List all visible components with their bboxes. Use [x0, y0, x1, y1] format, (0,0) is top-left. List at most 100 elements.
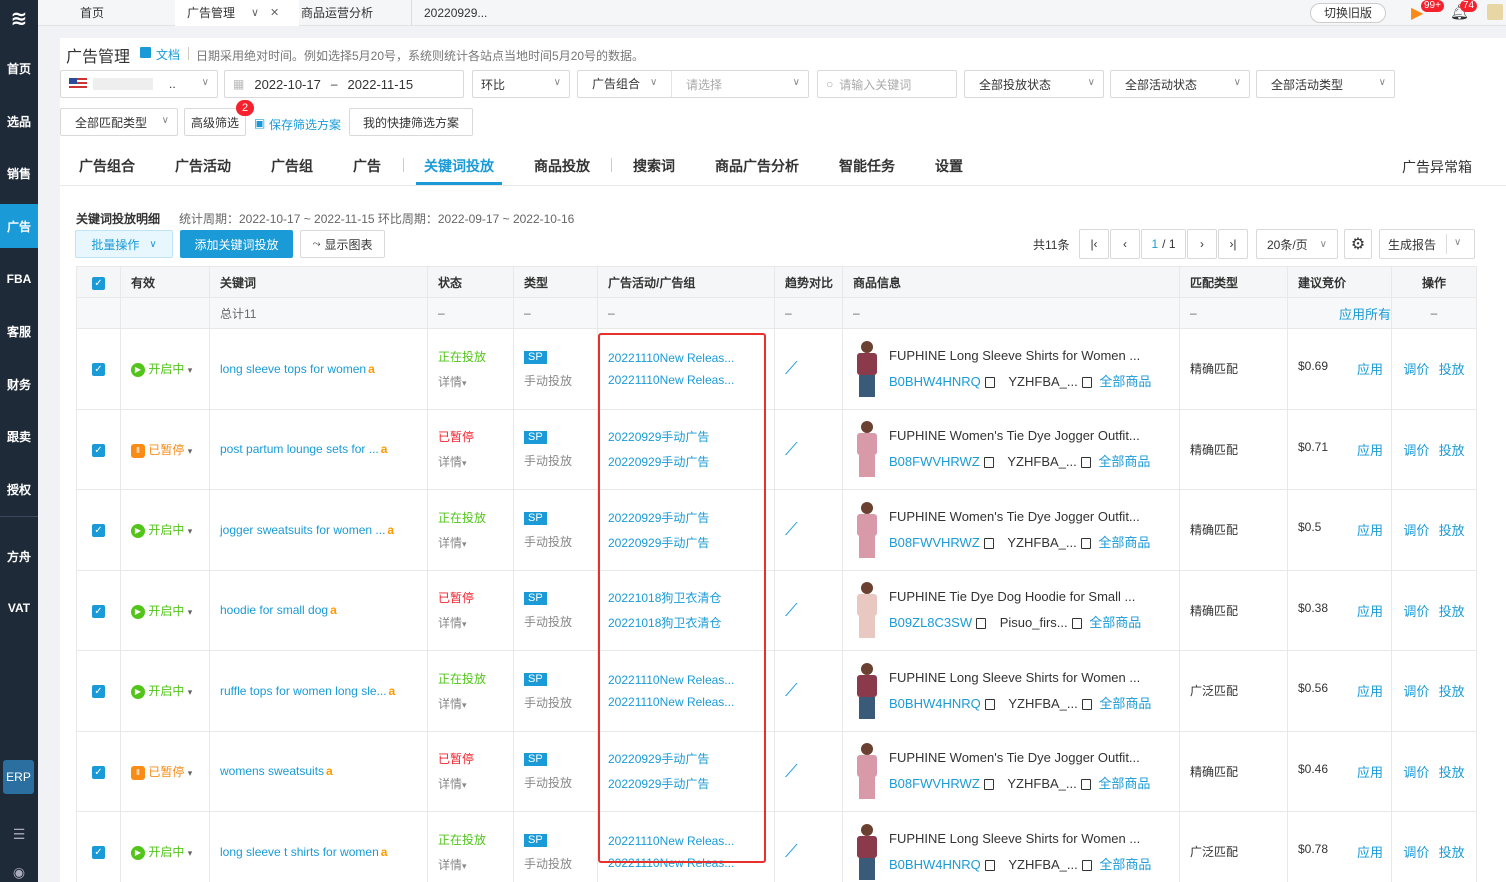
sidebar-item-2[interactable]: 销售	[0, 151, 38, 195]
row-checkbox[interactable]: ✓	[76, 489, 121, 571]
adjust-price-link[interactable]: 调价	[1403, 362, 1429, 377]
tab-search-terms[interactable]: 搜索词	[633, 156, 675, 176]
sidebar-item-6[interactable]: 财务	[0, 362, 38, 406]
tab-20220929[interactable]: 20220929...	[411, 0, 531, 26]
page-indicator[interactable]: 1 / 1	[1141, 229, 1186, 259]
doc-link[interactable]: 文档	[156, 46, 180, 63]
tab-home[interactable]: 首页	[68, 0, 163, 26]
campaign-link[interactable]: 20220929手动广告	[608, 509, 764, 526]
asin-link[interactable]: B08FWVHRWZ	[889, 454, 980, 469]
select-all-checkbox[interactable]: ✓	[76, 266, 121, 298]
detail-dropdown[interactable]: 详情▾	[438, 373, 503, 390]
keyword-cell[interactable]: long sleeve tops for women a	[209, 328, 428, 410]
gear-icon[interactable]: ⚙	[1344, 229, 1372, 259]
trend-chart-icon[interactable]: ⟋	[785, 841, 798, 861]
deliver-link[interactable]: 投放	[1439, 765, 1465, 780]
campaign-link[interactable]: 20220929手动广告	[608, 428, 764, 445]
portfolio-value-select[interactable]: 请选择	[672, 76, 722, 93]
apply-bid-link[interactable]: 应用	[1357, 681, 1383, 700]
row-checkbox[interactable]: ✓	[76, 569, 121, 651]
asin-link[interactable]: B09ZL8C3SW	[889, 615, 972, 630]
ad-group-link[interactable]: 20221110New Releas...	[608, 695, 764, 709]
copy-icon[interactable]	[984, 376, 995, 388]
tab-menu-icon[interactable]: ∨	[251, 0, 259, 26]
all-products-link[interactable]: 全部商品	[1098, 776, 1150, 791]
col-match-type[interactable]: 匹配类型	[1179, 266, 1288, 298]
product-thumbnail[interactable]	[853, 340, 881, 397]
copy-icon[interactable]	[1080, 537, 1091, 549]
sidebar-item-0[interactable]: 首页	[0, 46, 38, 90]
deliver-link[interactable]: 投放	[1439, 845, 1465, 860]
product-title[interactable]: FUPHINE Long Sleeve Shirts for Women ...	[889, 348, 1151, 363]
adjust-price-link[interactable]: 调价	[1403, 765, 1429, 780]
asin-link[interactable]: B0BHW4HNRQ	[889, 857, 981, 872]
ad-group-link[interactable]: 20220929手动广告	[608, 534, 764, 551]
ad-group-link[interactable]: 20220929手动广告	[608, 775, 764, 792]
product-thumbnail[interactable]	[853, 823, 881, 880]
sidebar-item-10[interactable]: VAT	[0, 586, 38, 630]
all-products-link[interactable]: 全部商品	[1099, 857, 1151, 872]
keyword-search-input[interactable]: ○ 请输入关键词	[817, 70, 957, 98]
copy-icon[interactable]	[1080, 457, 1091, 469]
sidebar-item-3[interactable]: 广告	[0, 204, 38, 248]
product-thumbnail[interactable]	[853, 501, 881, 558]
keyword-cell[interactable]: long sleeve t shirts for women a	[209, 811, 428, 882]
keyword-cell[interactable]: ruffle tops for women long sle... a	[209, 650, 428, 732]
row-checkbox[interactable]: ✓	[76, 650, 121, 732]
trend-chart-icon[interactable]: ⟋	[785, 439, 798, 459]
trend-chart-icon[interactable]: ⟋	[785, 358, 798, 378]
keyword-link[interactable]: post partum lounge sets for ...	[220, 442, 379, 456]
all-products-link[interactable]: 全部商品	[1098, 535, 1150, 550]
deliver-link[interactable]: 投放	[1439, 604, 1465, 619]
sidebar-item-8[interactable]: 授权	[0, 467, 38, 511]
apply-bid-link[interactable]: 应用	[1357, 601, 1383, 620]
copy-icon[interactable]	[976, 618, 987, 630]
col-actions[interactable]: 操作	[1391, 266, 1477, 298]
asin-link[interactable]: B0BHW4HNRQ	[889, 696, 981, 711]
amazon-icon[interactable]: a	[381, 442, 388, 456]
copy-icon[interactable]	[1081, 376, 1092, 388]
keyword-link[interactable]: long sleeve t shirts for women	[220, 845, 379, 859]
product-title[interactable]: FUPHINE Women's Tie Dye Jogger Outfit...	[889, 509, 1150, 524]
apply-bid-link[interactable]: 应用	[1357, 842, 1383, 861]
detail-dropdown[interactable]: 详情▾	[438, 614, 503, 631]
ad-group-link[interactable]: 20221110New Releas...	[608, 856, 764, 870]
detail-dropdown[interactable]: 详情▾	[438, 695, 503, 712]
ad-group-link[interactable]: 20221110New Releas...	[608, 373, 764, 387]
tab-smart-tasks[interactable]: 智能任务	[839, 156, 895, 176]
keyword-link[interactable]: hoodie for small dog	[220, 603, 328, 617]
enabled-toggle[interactable]: ▶ 开启中 ▾	[120, 489, 210, 571]
product-thumbnail[interactable]	[853, 743, 881, 800]
detail-dropdown[interactable]: 详情▾	[438, 856, 503, 873]
tab-settings[interactable]: 设置	[935, 156, 963, 176]
row-checkbox[interactable]: ✓	[76, 408, 121, 490]
all-products-link[interactable]: 全部商品	[1099, 696, 1151, 711]
show-chart-button[interactable]: ⤳ 显示图表	[300, 230, 385, 258]
tab-portfolio[interactable]: 广告组合	[79, 156, 135, 176]
portfolio-type-select[interactable]: 广告组合	[578, 71, 672, 97]
sidebar-item-5[interactable]: 客服	[0, 309, 38, 353]
tab-product-ad-analysis[interactable]: 商品广告分析	[715, 156, 799, 176]
enabled-toggle[interactable]: ▶ 开启中 ▾	[120, 328, 210, 410]
campaign-link[interactable]: 20221018狗卫衣清仓	[608, 589, 764, 606]
delivery-status-select[interactable]: 全部投放状态 ∨	[964, 70, 1104, 98]
col-enabled[interactable]: 有效	[120, 266, 210, 298]
all-products-link[interactable]: 全部商品	[1099, 374, 1151, 389]
activity-status-select[interactable]: 全部活动状态 ∨	[1110, 70, 1250, 98]
campaign-link[interactable]: 20221110New Releas...	[608, 834, 764, 848]
ad-group-link[interactable]: 20221018狗卫衣清仓	[608, 614, 764, 631]
apply-bid-link[interactable]: 应用	[1357, 359, 1383, 378]
all-products-link[interactable]: 全部商品	[1089, 615, 1141, 630]
deliver-link[interactable]: 投放	[1439, 523, 1465, 538]
adjust-price-link[interactable]: 调价	[1403, 684, 1429, 699]
col-type[interactable]: 类型	[513, 266, 598, 298]
amazon-icon[interactable]: a	[389, 684, 396, 698]
save-filter-plan-link[interactable]: 保存筛选方案	[269, 116, 341, 133]
product-title[interactable]: FUPHINE Women's Tie Dye Jogger Outfit...	[889, 750, 1150, 765]
product-title[interactable]: FUPHINE Long Sleeve Shirts for Women ...	[889, 670, 1151, 685]
enabled-toggle[interactable]: ▶ 开启中 ▾	[120, 569, 210, 651]
col-keyword[interactable]: 关键词	[209, 266, 428, 298]
deliver-link[interactable]: 投放	[1439, 684, 1465, 699]
row-checkbox[interactable]: ✓	[76, 811, 121, 882]
apply-bid-link[interactable]: 应用	[1357, 440, 1383, 459]
